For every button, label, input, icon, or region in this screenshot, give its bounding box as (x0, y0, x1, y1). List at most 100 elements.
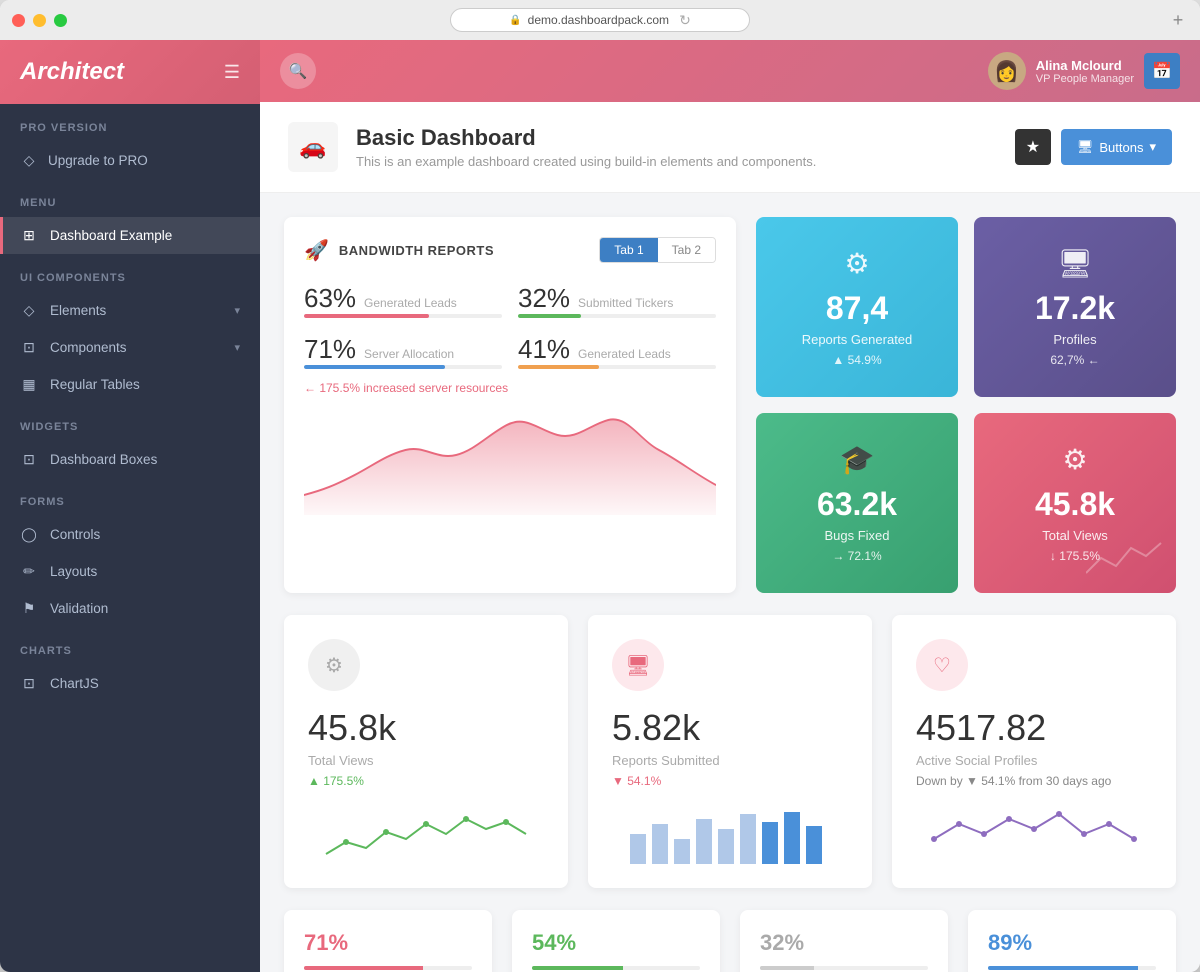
main-area: 🔍 👩 Alina Mclourd VP People Manager 📅 🚗 (260, 40, 1200, 972)
metric-icon-gear: ⚙ (308, 639, 360, 691)
charts-label: CHARTS (0, 627, 260, 665)
stat-card-trend: 62,7% ← (1050, 353, 1099, 367)
progress-value: 89% (988, 930, 1156, 956)
upgrade-button[interactable]: ◇ Upgrade to PRO (0, 142, 260, 179)
progress-fill (532, 966, 623, 970)
top-row: 🚀 BANDWIDTH REPORTS Tab 1 Tab 2 (284, 217, 1176, 593)
stat-item-1: 63% Generated Leads (304, 283, 502, 318)
refresh-icon[interactable]: ↻ (679, 12, 691, 29)
progress-card-3: 32% (740, 910, 948, 972)
calendar-button[interactable]: 📅 (1144, 53, 1180, 89)
elements-icon: ◇ (20, 302, 38, 319)
sidebar-item-elements[interactable]: ◇ Elements ▾ (0, 292, 260, 329)
sidebar: Architect ☰ PRO VERSION ◇ Upgrade to PRO… (0, 40, 260, 972)
sidebar-item-validation[interactable]: ⚑ Validation (0, 590, 260, 627)
user-info: Alina Mclourd VP People Manager (1036, 58, 1134, 85)
bandwidth-card: 🚀 BANDWIDTH REPORTS Tab 1 Tab 2 (284, 217, 736, 593)
progress-card-1: 71% (284, 910, 492, 972)
metric-card-reports: 🖥 5.82k Reports Submitted ▼ 54.1% (588, 615, 872, 888)
hamburger-button[interactable]: ☰ (224, 62, 240, 83)
stat-card-views: ⚙ 45.8k Total Views ↓ 175.5% (974, 413, 1176, 593)
metric-label: Reports Submitted (612, 753, 848, 768)
progress-fill (988, 966, 1138, 970)
sidebar-item-label: Dashboard Boxes (50, 452, 157, 467)
forms-label: FORMS (0, 478, 260, 516)
url-bar[interactable]: 🔒 demo.dashboardpack.com ↻ (450, 8, 750, 32)
header-user: 👩 Alina Mclourd VP People Manager 📅 (988, 52, 1180, 90)
progress-fill-3 (304, 365, 445, 369)
stat-value-3: 71% (304, 334, 356, 365)
stat-label-1: Generated Leads (364, 296, 457, 310)
progress-card-2: 54% (512, 910, 720, 972)
sidebar-item-dashboard-boxes[interactable]: ⊡ Dashboard Boxes (0, 441, 260, 478)
main-content: 🚗 Basic Dashboard This is an example das… (260, 102, 1200, 972)
maximize-button[interactable] (54, 14, 67, 27)
sidebar-item-label: Validation (50, 601, 108, 616)
stat-card-value: 87,4 (826, 292, 888, 324)
bandwidth-header: 🚀 BANDWIDTH REPORTS Tab 1 Tab 2 (304, 237, 716, 263)
stat-value-2: 32% (518, 283, 570, 314)
mini-chart (1086, 538, 1166, 583)
page-description: This is an example dashboard created usi… (356, 154, 816, 169)
progress-fill (304, 966, 423, 970)
app-layout: Architect ☰ PRO VERSION ◇ Upgrade to PRO… (0, 40, 1200, 972)
metric-value: 4517.82 (916, 707, 1152, 749)
metric-trend: ▼ 54.1% (612, 774, 848, 788)
tab2-button[interactable]: Tab 2 (658, 238, 715, 262)
buttons-label: Buttons (1099, 140, 1143, 155)
stat-value-4: 41% (518, 334, 570, 365)
metric-trend: Down by ▼ 54.1% from 30 days ago (916, 774, 1152, 788)
star-button[interactable]: ★ (1015, 129, 1051, 165)
components-icon: ⊡ (20, 339, 38, 356)
gear2-icon: ⚙ (1062, 443, 1087, 476)
sidebar-item-components[interactable]: ⊡ Components ▾ (0, 329, 260, 366)
stat-card-label: Bugs Fixed (824, 528, 889, 543)
new-tab-button[interactable]: + (1168, 10, 1188, 30)
sidebar-item-chartjs[interactable]: ⊡ ChartJS (0, 665, 260, 702)
progress-bar (304, 966, 472, 970)
app-header: 🔍 👩 Alina Mclourd VP People Manager 📅 (260, 40, 1200, 102)
graduation-icon: 🎓 (840, 443, 875, 476)
stat-label-4: Generated Leads (578, 347, 671, 361)
sidebar-item-regular-tables[interactable]: ▦ Regular Tables (0, 366, 260, 403)
sidebar-item-controls[interactable]: ◯ Controls (0, 516, 260, 553)
buttons-dropdown[interactable]: 🖥 Buttons ▾ (1061, 129, 1172, 165)
table-icon: ▦ (20, 376, 38, 393)
close-button[interactable] (12, 14, 25, 27)
tab1-button[interactable]: Tab 1 (600, 238, 657, 262)
menu-label: MENU (0, 179, 260, 217)
search-button[interactable]: 🔍 (280, 53, 316, 89)
sidebar-item-label: Controls (50, 527, 100, 542)
progress-bar (760, 966, 928, 970)
chevron-icon: ▾ (234, 304, 240, 317)
page-icon: 🚗 (288, 122, 338, 172)
diamond-icon: ◇ (20, 152, 38, 169)
layouts-icon: ✏ (20, 563, 38, 580)
avatar: 👩 (988, 52, 1026, 90)
app-window: 🔒 demo.dashboardpack.com ↻ + Architect ☰… (0, 0, 1200, 972)
progress-fill-2 (518, 314, 581, 318)
progress-fill-4 (518, 365, 599, 369)
stat-card-bugs: 🎓 63.2k Bugs Fixed → 72.1% (756, 413, 958, 593)
rocket-icon: 🚀 (304, 238, 329, 263)
progress-bar (532, 966, 700, 970)
sidebar-item-label: Layouts (50, 564, 97, 579)
stat-label-3: Server Allocation (364, 347, 454, 361)
sidebar-item-layouts[interactable]: ✏ Layouts (0, 553, 260, 590)
sidebar-item-dashboard-example[interactable]: ⊞ Dashboard Example (0, 217, 260, 254)
stat-card-trend: → 72.1% (832, 549, 881, 563)
progress-bar-1 (304, 314, 502, 318)
stat-card-value: 17.2k (1035, 292, 1115, 324)
progress-fill-1 (304, 314, 429, 318)
progress-bar-4 (518, 365, 716, 369)
monitor-icon: 🖥 (1057, 247, 1093, 280)
minimize-button[interactable] (33, 14, 46, 27)
stat-card-reports: ⚙ 87,4 Reports Generated ▲ 54.9% (756, 217, 958, 397)
page-title: Basic Dashboard (356, 125, 816, 151)
user-role: VP People Manager (1036, 73, 1134, 85)
progress-value: 54% (532, 930, 700, 956)
metric-trend: ▲ 175.5% (308, 774, 544, 788)
metric-card-social: ♡ 4517.82 Active Social Profiles Down by… (892, 615, 1176, 888)
metric-card-total-views: ⚙ 45.8k Total Views ▲ 175.5% (284, 615, 568, 888)
metric-bar-chart (612, 804, 848, 864)
